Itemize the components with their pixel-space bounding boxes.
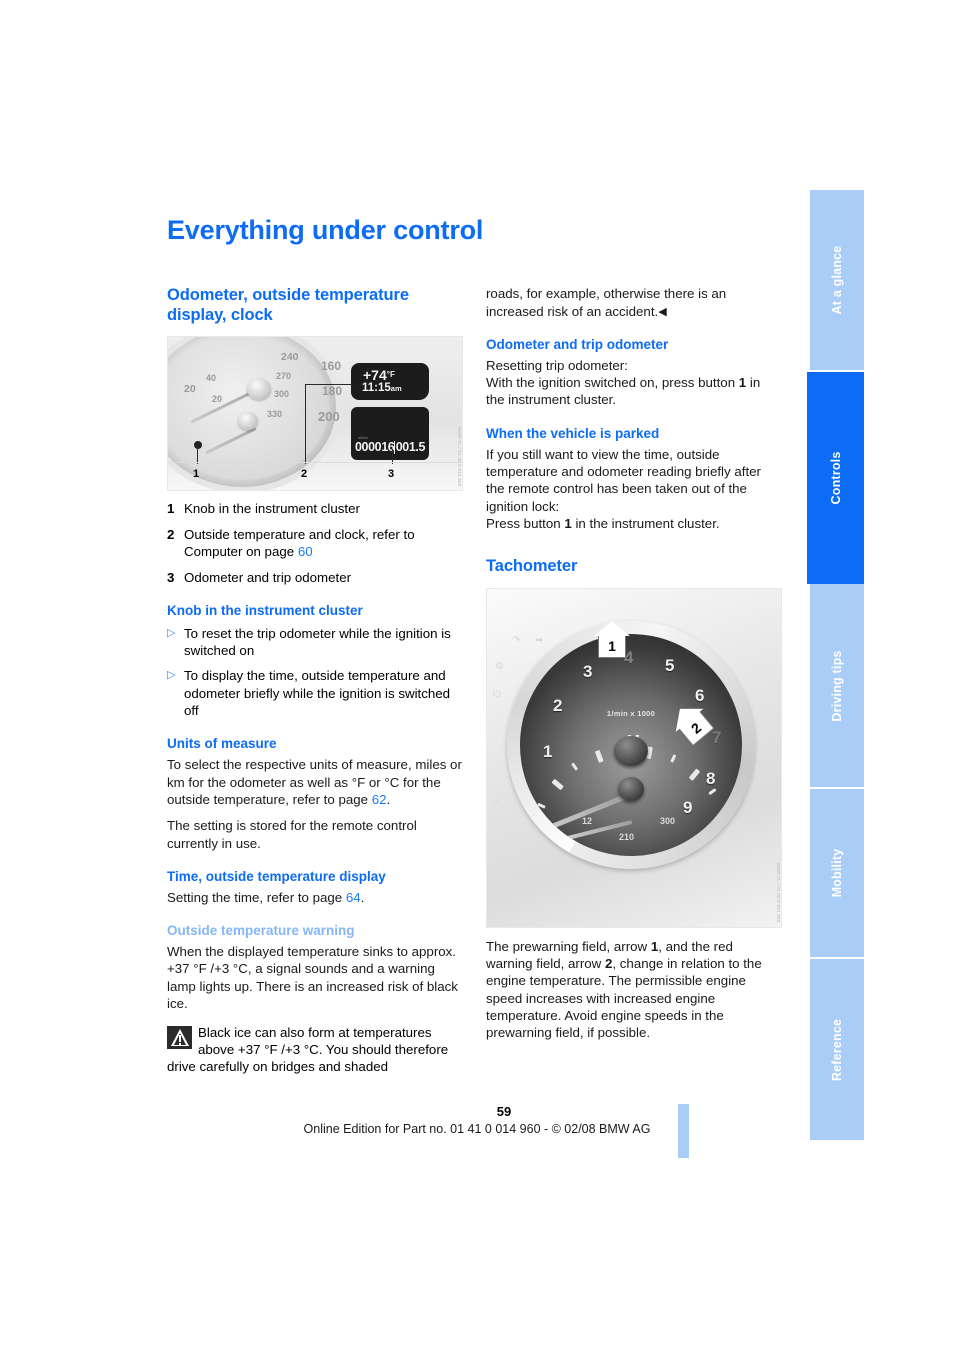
chapter-tab-label: Driving tips xyxy=(830,649,844,722)
legend-item-3: 3 Odometer and trip odometer xyxy=(167,569,463,586)
triangle-bullet-icon: ▷ xyxy=(167,626,176,639)
tacho-number-5: 5 xyxy=(665,655,675,675)
two-column-layout: Odometer, outside temperature display, c… xyxy=(167,285,782,1075)
callout-leader-2 xyxy=(305,384,306,465)
continuation-paragraph: roads, for example, otherwise there is a… xyxy=(486,286,727,319)
chapter-tab-label: Controls xyxy=(828,451,843,505)
oil-number-12: 12 xyxy=(582,815,593,826)
lcd-odometer-display: miles 000016 001.5 xyxy=(351,407,429,461)
chapter-tab-strip: At a glance Controls Driving tips Mobili… xyxy=(807,190,864,1140)
list-item: ▷ To display the time, outside temperatu… xyxy=(167,667,463,719)
legend-item-2: 2 Outside temperature and clock, refer t… xyxy=(167,526,463,561)
page-reference-link[interactable]: 62 xyxy=(372,792,387,807)
tacho-hub-lower xyxy=(618,776,644,801)
warning-note-block: Black ice can also form at temperatures … xyxy=(167,1024,463,1076)
units-paragraph-1: To select the respective units of measur… xyxy=(167,757,462,808)
knob-function-list: ▷ To reset the trip odometer while the i… xyxy=(167,625,463,720)
page-number: 59 xyxy=(496,1104,512,1119)
section-title-odometer: Odometer, outside temperature display, c… xyxy=(167,286,409,325)
indicator-lamp-icon-b: ⏻ xyxy=(493,688,501,700)
chapter-tab-controls[interactable]: Controls xyxy=(807,372,864,584)
tachometer-paragraph: The prewarning field, arrow 1, and the r… xyxy=(486,938,762,1041)
figure-baseline xyxy=(168,462,462,464)
tacho-number-9: 9 xyxy=(683,797,693,817)
trip-odometer-value: 001.5 xyxy=(395,440,426,455)
figure-credit: BMW TL / 01 00 0 014 960 xyxy=(457,427,462,487)
legend-text: Odometer and trip odometer xyxy=(184,569,352,585)
figure-instrument-cluster: 20 40 20 240 270 300 330 160 180 200 +74… xyxy=(167,336,463,492)
figure-credit: BMW TL / 01 00 0 014 960 xyxy=(776,863,781,923)
triangle-bullet-icon: ▷ xyxy=(167,669,176,682)
legend-item-1: 1 Knob in the instrument cluster xyxy=(167,500,463,517)
warning-triangle-icon xyxy=(167,1025,192,1049)
callout-1: 1 xyxy=(193,468,200,481)
legend-number: 2 xyxy=(167,526,175,542)
arrow-indicator-icon: ➡ xyxy=(535,634,544,646)
tacho-callout-1: 1 xyxy=(594,620,630,657)
subheading-outside-temp-warning: Outside temperature warning xyxy=(167,923,355,939)
button-reference: 1 xyxy=(564,516,572,532)
legend-text: Outside temperature and clock, refer to … xyxy=(184,526,415,560)
right-column: roads, for example, otherwise there is a… xyxy=(486,285,782,1075)
legend-text: Knob in the instrument cluster xyxy=(184,501,360,517)
indicator-lamp-icon-c: ⚠ xyxy=(493,796,502,808)
oil-number-210: 210 xyxy=(619,831,635,842)
figure-tachometer: 1 2 3 4 5 6 7 8 9 1/min x 1000 M xyxy=(486,587,782,928)
page-title: Everything under control xyxy=(167,215,484,245)
tachometer-bezel: 1 2 3 4 5 6 7 8 9 1/min x 1000 M xyxy=(507,620,755,869)
chapter-tab-label: Mobility xyxy=(830,848,844,898)
subheading-time-display: Time, outside temperature display xyxy=(167,869,386,885)
subheading-units-of-measure: Units of measure xyxy=(167,736,277,752)
chapter-tab-at-a-glance[interactable]: At a glance xyxy=(810,190,864,372)
outside-temperature-value: +74°F xyxy=(363,367,395,384)
tacho-number-7: 7 xyxy=(712,727,722,747)
figure-legend-list: 1 Knob in the instrument cluster 2 Outsi… xyxy=(167,500,463,585)
tacho-number-3: 3 xyxy=(583,661,593,681)
page-reference-link[interactable]: 64 xyxy=(346,890,361,905)
parked-paragraph-2: Press button 1 in the instrument cluster… xyxy=(486,516,720,532)
subheading-knob: Knob in the instrument cluster xyxy=(167,602,363,618)
parked-paragraph-1: If you still want to view the time, outs… xyxy=(486,446,761,514)
page-reference-link[interactable]: 60 xyxy=(298,544,313,559)
oil-number-300: 300 xyxy=(660,815,676,826)
tachometer-face: 1 2 3 4 5 6 7 8 9 1/min x 1000 M xyxy=(520,633,742,856)
chapter-tab-mobility[interactable]: Mobility xyxy=(810,789,864,959)
clock-value: 11:15am xyxy=(362,382,402,395)
callout-leader-2h xyxy=(305,384,353,386)
callout-2: 2 xyxy=(301,468,308,481)
units-paragraph-2: The setting is stored for the remote con… xyxy=(167,818,417,851)
page-footer: 59 Online Edition for Part no. 01 41 0 0… xyxy=(0,1104,954,1136)
lcd-temp-clock-display: +74°F 11:15am xyxy=(351,363,429,401)
page-content: Everything under control Odometer, outsi… xyxy=(167,215,782,1076)
callout-3: 3 xyxy=(388,468,395,481)
tacho-number-2: 2 xyxy=(553,695,563,715)
time-paragraph: Setting the time, refer to page 64. xyxy=(167,889,365,905)
legend-number: 3 xyxy=(167,569,175,585)
footer-edition-line: Online Edition for Part no. 01 41 0 014 … xyxy=(303,1122,651,1136)
odo-line-1: Resetting trip odometer: xyxy=(486,357,628,373)
chapter-tab-label: At a glance xyxy=(830,245,844,315)
tacho-number-4: 4 xyxy=(624,647,634,667)
list-item-text: To display the time, outside temperature… xyxy=(184,668,451,719)
indicator-lamp-icon-a: ⚙ xyxy=(495,660,504,672)
list-item: ▷ To reset the trip odometer while the i… xyxy=(167,625,463,660)
warning-note-text: Black ice can also form at temperatures … xyxy=(167,1024,449,1075)
list-item-text: To reset the trip odometer while the ign… xyxy=(184,625,451,659)
left-column: Odometer, outside temperature display, c… xyxy=(167,285,463,1075)
turn-signal-icon: ↷ xyxy=(512,634,521,646)
tacho-number-8: 8 xyxy=(706,768,716,788)
end-of-warning-marker: ◀ xyxy=(658,305,667,318)
odometer-value: 000016 xyxy=(355,440,395,455)
tacho-hub-upper xyxy=(614,736,648,767)
chapter-tab-label: Reference xyxy=(830,1018,844,1081)
tacho-unit-label: 1/min x 1000 xyxy=(606,709,656,719)
chapter-tab-driving-tips[interactable]: Driving tips xyxy=(810,584,864,789)
legend-number: 1 xyxy=(167,501,175,517)
subheading-vehicle-parked: When the vehicle is parked xyxy=(486,425,660,441)
subheading-odometer-trip: Odometer and trip odometer xyxy=(486,336,669,352)
warning-paragraph: When the displayed temperature sinks to … xyxy=(167,944,458,1012)
section-title-tachometer: Tachometer xyxy=(486,557,578,576)
tacho-number-1: 1 xyxy=(543,741,553,761)
odo-line-2: With the ignition switched on, press but… xyxy=(486,375,761,408)
